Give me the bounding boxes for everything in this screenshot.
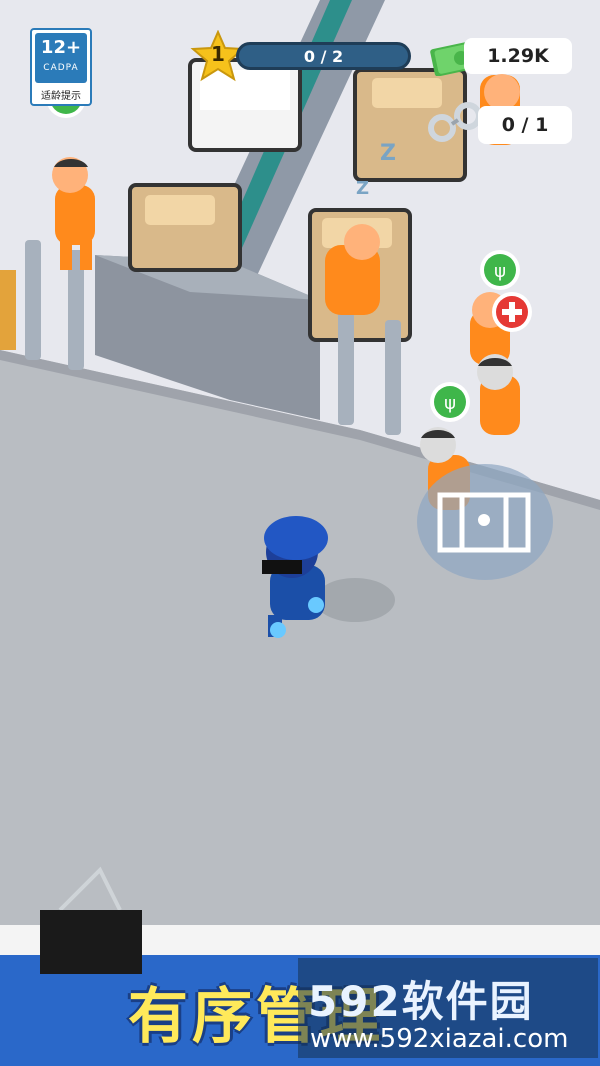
- level-progress-text: 0 / 2: [303, 47, 344, 66]
- level-progress: 1 0 / 2: [190, 30, 415, 82]
- handcuffs-counter: 0 / 1: [426, 98, 572, 156]
- handcuffs-value: 0 / 1: [501, 114, 549, 136]
- game-scene: Z Z ψ ψ: [0, 0, 600, 1066]
- sleep-z-icon: Z: [380, 141, 396, 166]
- watermark-url: www.592xiazai.com: [310, 1024, 569, 1054]
- food-icon: ψ: [480, 250, 520, 290]
- food-icon: ψ: [430, 382, 470, 422]
- medical-icon: [492, 292, 532, 332]
- watermark: 592软件园 www.592xiazai.com: [298, 958, 598, 1058]
- cell-door-frame: [0, 270, 16, 350]
- svg-text:ψ: ψ: [444, 393, 456, 414]
- money-pill: 1.29K: [464, 38, 572, 74]
- level-progress-bar: 0 / 2: [236, 42, 411, 70]
- bed-2: [128, 183, 242, 272]
- money-counter: 1.29K: [428, 36, 572, 76]
- cell-door-zone[interactable]: [417, 464, 553, 580]
- age-rating-top: 12+ CADPA: [35, 33, 87, 83]
- age-rating-org: CADPA: [43, 63, 79, 73]
- watermark-brand: 592软件园: [308, 977, 534, 1026]
- handcuffs-icon: [428, 102, 482, 142]
- money-value: 1.29K: [487, 45, 549, 67]
- svg-text:ψ: ψ: [494, 261, 506, 282]
- sleep-z-icon: Z: [356, 178, 369, 199]
- handcuffs-pill: 0 / 1: [478, 106, 572, 144]
- age-rating-value: 12+: [40, 37, 82, 58]
- age-rating-tip: 适龄提示: [41, 91, 81, 102]
- age-rating-badge: 12+ CADPA 适龄提示: [30, 28, 92, 106]
